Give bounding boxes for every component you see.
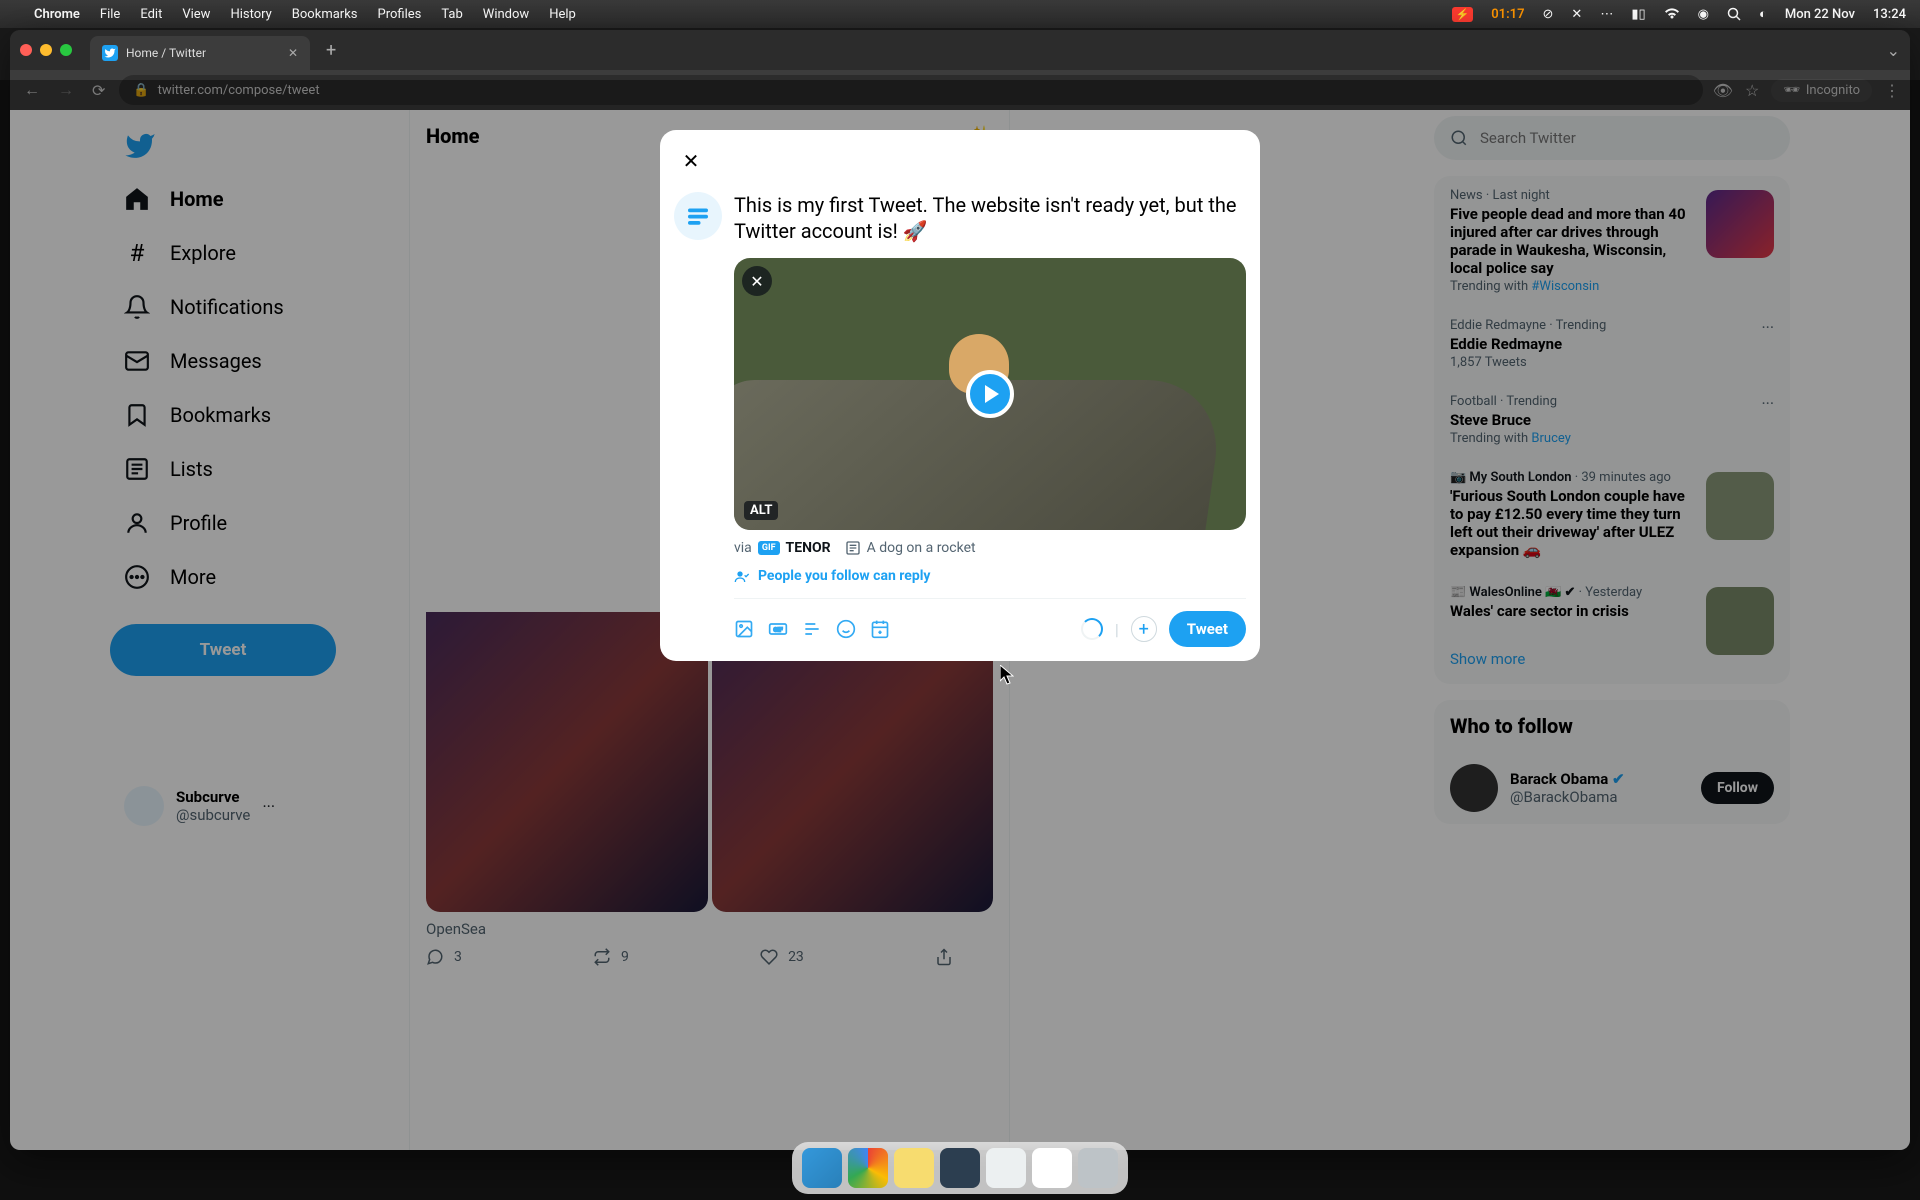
tab-favicon-icon — [102, 45, 118, 61]
reply-setting-label: People you follow can reply — [758, 568, 930, 584]
media-attribution: via GIF TENOR A dog on a rocket — [734, 530, 1246, 566]
remove-media-button[interactable]: ✕ — [742, 266, 772, 296]
tabs-overflow-icon[interactable]: ⌄ — [1877, 41, 1910, 60]
tab-close-icon[interactable]: ✕ — [288, 46, 298, 60]
play-gif-button[interactable] — [966, 370, 1014, 418]
alt-text-button[interactable]: A dog on a rocket — [845, 540, 976, 556]
dock-trash-icon[interactable] — [1078, 1148, 1118, 1188]
battery-time: 01:17 — [1491, 7, 1524, 22]
dock-finder-icon[interactable] — [802, 1148, 842, 1188]
window-fullscreen-button[interactable] — [60, 44, 72, 56]
menubar-view[interactable]: View — [182, 7, 210, 22]
wifi-icon[interactable] — [1664, 8, 1680, 20]
menubar-bookmarks[interactable]: Bookmarks — [292, 7, 358, 22]
alt-badge[interactable]: ALT — [744, 501, 778, 520]
char-count-ring — [1081, 618, 1103, 640]
menubar-help[interactable]: Help — [549, 7, 576, 22]
schedule-icon[interactable] — [870, 619, 890, 639]
dock-app-icon[interactable] — [940, 1148, 980, 1188]
new-tab-button[interactable]: + — [318, 40, 344, 61]
dock-notes-icon[interactable] — [894, 1148, 934, 1188]
menubar-tab[interactable]: Tab — [441, 7, 462, 22]
svg-text:GIF: GIF — [774, 628, 784, 634]
chrome-tabstrip: Home / Twitter ✕ + ⌄ — [10, 30, 1910, 70]
menubar-edit[interactable]: Edit — [140, 7, 162, 22]
menubar-date[interactable]: Mon 22 Nov — [1785, 7, 1855, 22]
menubar-profiles[interactable]: Profiles — [378, 7, 422, 22]
add-gif-icon[interactable]: GIF — [768, 619, 788, 639]
menubar-history[interactable]: History — [230, 7, 271, 22]
status-icon-1[interactable]: ⊘ — [1543, 7, 1554, 22]
menubar-window[interactable]: Window — [483, 7, 529, 22]
menubar-file[interactable]: File — [100, 7, 120, 22]
gif-badge-icon: GIF — [758, 541, 780, 555]
window-close-button[interactable] — [20, 44, 32, 56]
browser-tab[interactable]: Home / Twitter ✕ — [90, 36, 310, 70]
gif-source: TENOR — [786, 540, 831, 556]
battery-icon[interactable]: ⚡ — [1452, 7, 1474, 22]
reply-settings-button[interactable]: People you follow can reply — [734, 566, 1246, 598]
battery-icon[interactable]: ▮▯ — [1631, 7, 1645, 22]
menubar-time[interactable]: 13:24 — [1873, 7, 1906, 22]
tweet-submit-button[interactable]: Tweet — [1169, 611, 1246, 647]
window-minimize-button[interactable] — [40, 44, 52, 56]
compose-tweet-modal: ✕ This is my first Tweet. The website is… — [660, 130, 1260, 661]
window-controls — [20, 44, 72, 56]
macos-menubar: Chrome File Edit View History Bookmarks … — [0, 0, 1920, 28]
control-center-icon[interactable]: ◉ — [1698, 7, 1709, 22]
via-label: via — [734, 540, 752, 556]
add-poll-icon[interactable] — [802, 619, 822, 639]
dock-app-icon[interactable] — [986, 1148, 1026, 1188]
media-attachment: ✕ ALT — [734, 258, 1246, 530]
spotlight-icon[interactable] — [1727, 7, 1741, 21]
modal-close-button[interactable]: ✕ — [674, 144, 708, 178]
alt-text-label: A dog on a rocket — [867, 540, 976, 556]
add-thread-button[interactable]: + — [1131, 616, 1157, 642]
tab-title: Home / Twitter — [126, 46, 206, 60]
dock-calendar-icon[interactable] — [1032, 1148, 1072, 1188]
dock-chrome-icon[interactable] — [848, 1148, 888, 1188]
tweet-text-input[interactable]: This is my first Tweet. The website isn'… — [734, 192, 1246, 244]
add-emoji-icon[interactable] — [836, 619, 856, 639]
macos-dock — [792, 1142, 1128, 1194]
modal-overlay[interactable]: ✕ This is my first Tweet. The website is… — [0, 80, 1920, 1200]
status-icon-3[interactable]: ⋯ — [1600, 7, 1613, 22]
siri-icon[interactable]: ◐ — [1759, 6, 1767, 22]
menubar-app[interactable]: Chrome — [34, 7, 80, 22]
status-icon-2[interactable]: ✕ — [1571, 7, 1582, 22]
mouse-cursor-icon — [1000, 665, 1014, 685]
add-image-icon[interactable] — [734, 619, 754, 639]
composer-avatar — [674, 192, 722, 240]
compose-toolbar: GIF | + Tweet — [734, 598, 1246, 647]
